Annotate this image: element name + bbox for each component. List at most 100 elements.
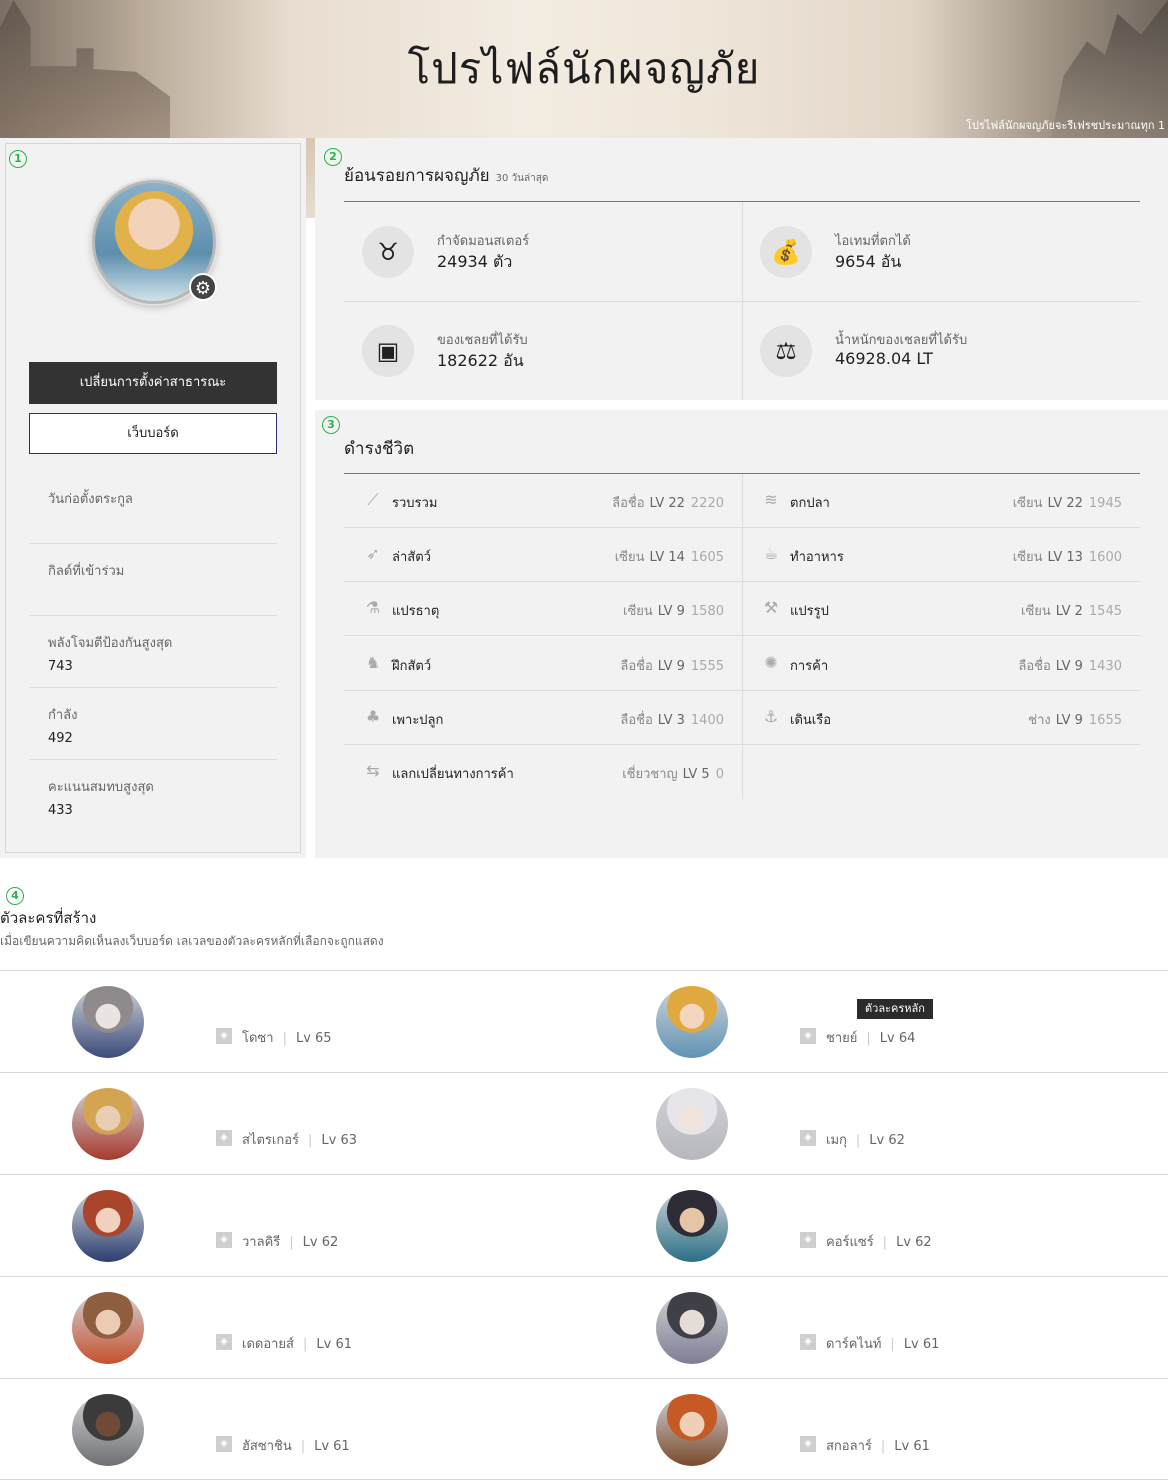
skill-rank: เซียน LV 13 1600 (1013, 546, 1122, 567)
character-row: ◈ วาลคิรี | Lv 62 ◈ คอร์แซร์ | Lv 62 (0, 1174, 1168, 1276)
section-marker-1: 1 (9, 150, 27, 168)
info-value: 433 (48, 803, 73, 818)
character-name: วาลคิรี (242, 1235, 281, 1250)
skill-level: LV 9 (657, 604, 685, 620)
info-label: คะแนนสมทบสูงสุด (48, 780, 154, 795)
character-card[interactable]: ◈ สไตรเกอร์ | Lv 63 (0, 1073, 584, 1175)
life-skills-section: ดำรงชีวิต ⟋ รวบรวม ลือชื่อ LV 22 2220 ≋ ตกปลาเ… (315, 410, 1168, 858)
stat-label: ของเชลยที่ได้รับ (437, 333, 528, 348)
character-info: เดดอายส์ | Lv 61 (242, 1333, 352, 1354)
skill-rank: ลือชื่อ LV 9 1555 (620, 655, 724, 676)
info-value: 743 (48, 659, 73, 674)
info-energy: กำลัง 492 (29, 688, 277, 760)
character-info: สกอลาร์ | Lv 61 (826, 1435, 930, 1456)
character-avatar[interactable] (656, 1190, 728, 1262)
skill-grade: เชี่ยวชาญ (622, 767, 678, 782)
adventure-stat: 💰 ไอเทมที่ตกได้ 9654 อัน (742, 202, 1140, 301)
character-row: ◈ โดซา | Lv 65 ตัวละครหลัก ◈ ชายย์ | Lv 64 (0, 970, 1168, 1072)
character-avatar[interactable] (656, 1394, 728, 1466)
character-card[interactable]: ตัวละครหลัก ◈ ชายย์ | Lv 64 (584, 971, 1168, 1073)
public-settings-button[interactable]: เปลี่ยนการตั้งค่าสาธารณะ (29, 362, 277, 404)
skill-points: 1605 (690, 550, 724, 566)
character-row: ◈ สไตรเกอร์ | Lv 63 ◈ เมกุ | Lv 62 (0, 1072, 1168, 1174)
farming-icon: ♣ (365, 706, 381, 726)
character-name: เมกุ (826, 1133, 847, 1148)
skill-grade: ลือชื่อ (620, 658, 653, 674)
character-name: ชายย์ (826, 1031, 858, 1046)
character-avatar[interactable] (72, 1088, 144, 1160)
separator: | (855, 1133, 861, 1148)
character-name: ฮัสซาชิน (242, 1439, 292, 1454)
character-level: Lv 61 (894, 1439, 930, 1454)
character-info: สไตรเกอร์ | Lv 63 (242, 1129, 357, 1150)
life-skill-item: ✺ การค้า ลือชื่อ LV 9 1430 (742, 637, 1140, 691)
character-card[interactable]: ◈ สกอลาร์ | Lv 61 (584, 1379, 1168, 1480)
class-icon: ◈ (216, 1130, 232, 1146)
adventure-stat: ♉ กำจัดมอนสเตอร์ 24934 ตัว (344, 202, 742, 301)
class-icon: ◈ (216, 1232, 232, 1248)
character-name: ดาร์คไนท์ (826, 1337, 882, 1352)
characters-table: ◈ โดซา | Lv 65 ตัวละครหลัก ◈ ชายย์ | Lv 64 ◈ สไตรเ… (0, 970, 1168, 1480)
sailing-icon: ⚓ (763, 706, 779, 726)
character-avatar[interactable] (72, 1292, 144, 1364)
skill-name: ล่าสัตว์ (392, 550, 431, 566)
character-level: Lv 62 (896, 1235, 932, 1250)
character-avatar[interactable] (72, 986, 144, 1058)
character-info: วาลคิรี | Lv 62 (242, 1231, 338, 1252)
character-name: สไตรเกอร์ (242, 1133, 300, 1148)
adventure-stat: ⚖ น้ำหนักของเชลยที่ได้รับ 46928.04 LT (742, 301, 1140, 400)
adventure-stat: ▣ ของเชลยที่ได้รับ 182622 อัน (344, 301, 742, 400)
skill-grade: เซียน (1012, 496, 1043, 511)
character-card[interactable]: ◈ ดาร์คไนท์ | Lv 61 (584, 1277, 1168, 1379)
skill-level: LV 3 (657, 712, 685, 728)
life-skill-item: ⚓ เดินเรือ ช่าง LV 9 1655 (742, 691, 1140, 745)
info-value: 492 (48, 731, 73, 746)
refresh-notice: โปรไฟล์นักผจญภัยจะรีเฟรชประมาณทุก 1 ชั่ว… (966, 119, 1168, 132)
skill-name: ตกปลา (790, 496, 830, 511)
character-info: ดาร์คไนท์ | Lv 61 (826, 1333, 939, 1354)
character-card[interactable]: ◈ ฮัสซาชิน | Lv 61 (0, 1379, 584, 1480)
skill-name: แปรธาตุ (392, 604, 440, 620)
fishing-icon: ≋ (764, 490, 778, 509)
character-card[interactable]: ◈ วาลคิรี | Lv 62 (0, 1175, 584, 1277)
skill-name: แลกเปลี่ยนทางการค้า (392, 767, 514, 782)
section-marker-3: 3 (322, 416, 340, 434)
adventure-log-title: ย้อนรอยการผจญภัย 30 วันล่าสุด (344, 162, 548, 189)
skill-level: LV 5 (682, 767, 710, 782)
gathering-icon: ⟋ (367, 490, 379, 509)
character-avatar[interactable] (656, 1088, 728, 1160)
character-name: คอร์แซร์ (826, 1235, 874, 1250)
character-info: ชายย์ | Lv 64 (826, 1027, 915, 1048)
skill-rank: ลือชื่อ LV 9 1430 (1018, 655, 1122, 676)
main-character-badge: ตัวละครหลัก (857, 999, 933, 1019)
gear-icon[interactable]: ⚙ (189, 273, 217, 301)
stat-label: น้ำหนักของเชลยที่ได้รับ (835, 333, 968, 348)
skill-grade: ลือชื่อ (620, 712, 653, 728)
scale-icon: ⚖ (760, 325, 812, 377)
character-level: Lv 65 (295, 1031, 332, 1046)
stat-value: 182622 อัน (437, 351, 524, 370)
character-avatar[interactable] (656, 1292, 728, 1364)
separator: | (282, 1031, 287, 1046)
info-family-created: วันก่อตั้งตระกูล (29, 472, 277, 544)
separator: | (300, 1439, 306, 1454)
webboard-button[interactable]: เว็บบอร์ด (29, 413, 277, 454)
skill-points: 1400 (690, 712, 724, 728)
character-card[interactable]: ◈ โดซา | Lv 65 (0, 971, 584, 1073)
character-card[interactable]: ◈ เมกุ | Lv 62 (584, 1073, 1168, 1175)
profile-panel: ⚙ เปลี่ยนการตั้งค่าสาธารณะ เว็บบอร์ด วัน… (5, 143, 301, 853)
character-avatar[interactable] (656, 986, 728, 1058)
barter-icon: ⇆ (366, 761, 380, 780)
skill-level: LV 9 (1055, 712, 1083, 728)
character-avatar[interactable] (72, 1394, 144, 1466)
cooking-icon: ☕ (763, 544, 779, 564)
stat-label: กำจัดมอนสเตอร์ (437, 234, 530, 249)
character-avatar[interactable] (72, 1190, 144, 1262)
character-card[interactable]: ◈ คอร์แซร์ | Lv 62 (584, 1175, 1168, 1277)
character-card[interactable]: ◈ เดดอายส์ | Lv 61 (0, 1277, 584, 1379)
skill-grade: เซียน (1012, 550, 1043, 566)
skill-points: 1545 (1088, 604, 1122, 620)
class-icon: ◈ (800, 1436, 816, 1452)
skill-points: 1430 (1088, 658, 1122, 674)
skill-points: 1555 (690, 658, 724, 674)
